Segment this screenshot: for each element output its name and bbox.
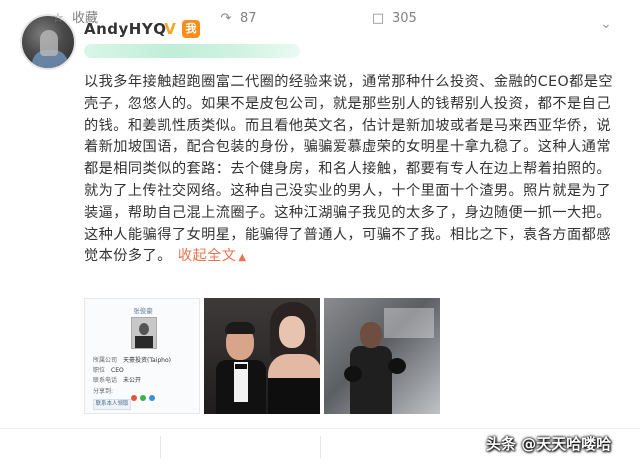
boxing-glove-shape <box>344 366 362 382</box>
weibo-share-icon[interactable] <box>131 395 137 401</box>
favorite-button[interactable]: ☆ 收藏 <box>50 10 98 28</box>
face-shape <box>279 316 305 348</box>
share-count: 87 <box>240 11 257 26</box>
toutiao-watermark: 头条 @天天哈喽哈 <box>486 435 612 453</box>
qq-share-icon[interactable] <box>149 395 155 401</box>
photo-boxer-figure <box>342 322 412 414</box>
profile-card-button: 联系本人领取 <box>93 399 131 410</box>
comment-icon: □ <box>371 11 385 26</box>
post-body: 以我多年接触超跑圈富二代圈的经验来说，通常那种什么投资、金融的CEO都是空壳子，… <box>84 74 614 265</box>
photo-profile-card[interactable]: 张俊豪 所属公司 天豪投资(Taipho) 职位 CEO 联系电话 未公开 分享到: … <box>84 298 200 414</box>
photo-boxing[interactable] <box>324 298 440 414</box>
comment-count: 305 <box>392 11 417 26</box>
chevron-down-icon[interactable]: ⌄ <box>596 16 616 32</box>
boxing-glove-shape <box>388 358 406 374</box>
action-divider <box>320 436 321 458</box>
head-shape <box>360 322 382 348</box>
action-divider <box>160 436 161 458</box>
share-button[interactable]: ↷ 87 <box>218 10 257 28</box>
row-value: 未公开 <box>123 377 142 384</box>
share-icon: ↷ <box>220 11 232 26</box>
weibo-post-card: AndyHYQ V 我 ⌄ 以我多年接触超跑圈富二代圈的经验来说，通常那种什么投… <box>0 0 640 467</box>
row-label: 所属公司 <box>93 357 118 364</box>
post-text: 以我多年接触超跑圈富二代圈的经验来说，通常那种什么投资、金融的CEO都是空壳子，… <box>84 72 620 269</box>
chevron-up-icon: ▲ <box>238 252 247 264</box>
row-label: 职位 <box>93 367 106 374</box>
redacted-meta-highlight <box>84 44 300 58</box>
row-value: 天豪投资(Taipho) <box>123 357 171 364</box>
dress-shape <box>268 378 320 414</box>
profile-card-row: 联系电话 未公开 <box>93 375 141 384</box>
portrait-head <box>139 323 149 335</box>
star-icon: ☆ <box>52 11 64 26</box>
favorite-label: 收藏 <box>72 11 99 26</box>
photo-couple[interactable] <box>204 298 320 414</box>
profile-card-name: 张俊豪 <box>133 307 153 315</box>
portrait-body <box>135 336 153 348</box>
avatar-figure-head <box>40 30 58 56</box>
share-icons <box>131 386 158 405</box>
photo-woman-figure <box>264 302 320 414</box>
profile-card-portrait <box>131 317 157 349</box>
profile-card-row: 所属公司 天豪投资(Taipho) <box>93 355 171 364</box>
profile-card-row: 职位 CEO <box>93 365 124 374</box>
row-label: 联系电话 <box>93 377 118 384</box>
member-badge-icon: 我 <box>182 20 200 38</box>
hair-shape <box>225 322 255 334</box>
collapse-full-text-link[interactable]: 收起全文 ▲ <box>178 248 247 264</box>
comment-button[interactable]: □ 305 <box>370 10 417 28</box>
photo-man-figure <box>216 322 266 414</box>
verified-icon: V <box>164 20 176 38</box>
bowtie-shape <box>235 364 247 369</box>
row-value: CEO <box>111 367 124 374</box>
profile-card-share-label: 分享到: <box>93 388 114 395</box>
wechat-share-icon[interactable] <box>140 395 146 401</box>
collapse-label: 收起全文 <box>177 248 237 265</box>
